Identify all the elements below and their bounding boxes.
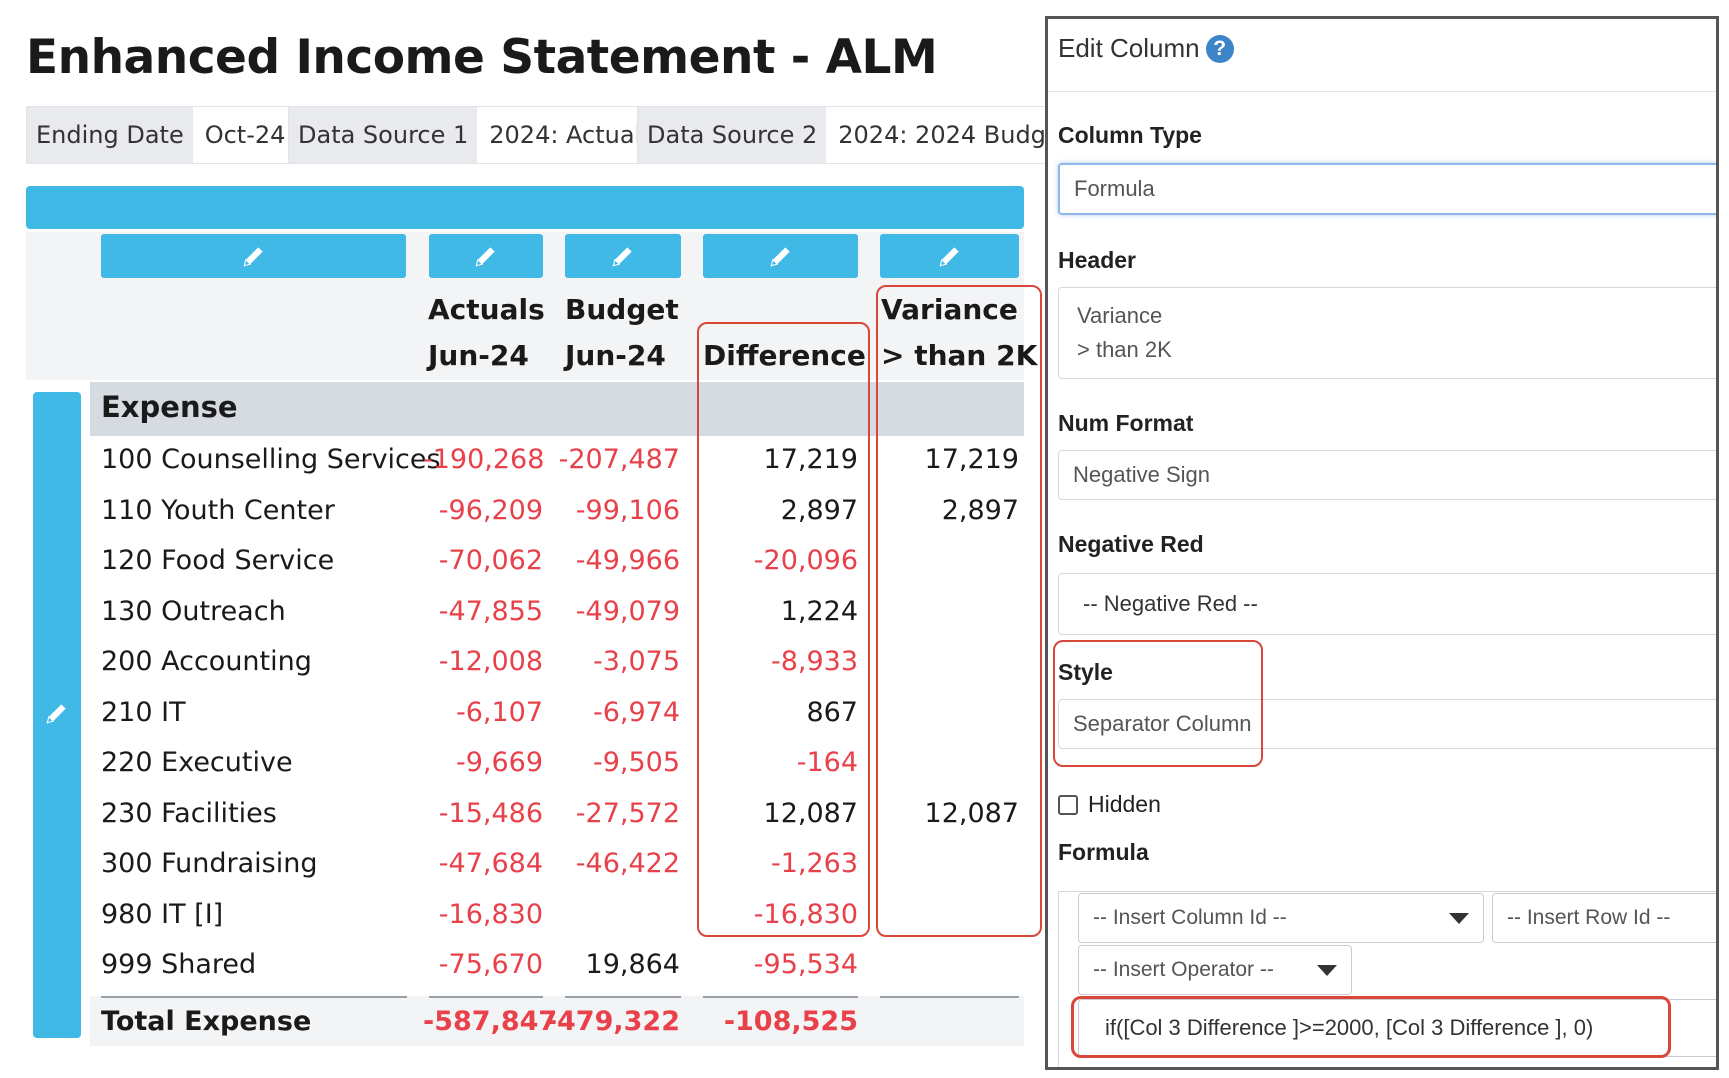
total-row: Total Expense -587,847 -479,322 -108,525: [0, 998, 1040, 1048]
cell-c2: 19,864: [585, 949, 680, 980]
formula-label: Formula: [1058, 839, 1149, 865]
row-label: 300 Fundraising: [101, 848, 318, 879]
variance-highlight-box: [876, 285, 1042, 937]
style-highlight-box: [1053, 640, 1263, 767]
edit-actuals-column-button[interactable]: [429, 234, 543, 278]
num-format-select[interactable]: Negative Sign: [1058, 450, 1716, 500]
cell-c2: -3,075: [592, 646, 680, 677]
negative-red-select[interactable]: -- Negative Red --: [1058, 573, 1716, 635]
header-textarea[interactable]: Variance > than 2K: [1058, 287, 1716, 379]
col-actuals-header: Actuals Jun-24: [428, 287, 545, 379]
row-label: 230 Facilities: [101, 798, 277, 829]
hidden-label: Hidden: [1088, 791, 1161, 817]
total-actuals: -587,847: [423, 1006, 558, 1037]
cell-c1: -47,855: [438, 596, 543, 627]
cell-c2: -49,079: [575, 596, 680, 627]
row-label: 100 Counselling Services: [101, 444, 441, 475]
header-line1: Variance: [1077, 303, 1163, 328]
cell-c2: -99,106: [575, 495, 680, 526]
cell-c2: -9,505: [592, 747, 680, 778]
cell-c1: -9,669: [455, 747, 543, 778]
difference-highlight-box: [697, 322, 870, 937]
row-label: 200 Accounting: [101, 646, 312, 677]
cell-c2: -6,974: [592, 697, 680, 728]
edit-budget-column-button[interactable]: [565, 234, 681, 278]
header-line: Jun-24: [565, 339, 666, 372]
total-budget: -479,322: [545, 1006, 680, 1037]
cell-c1: -96,209: [438, 495, 543, 526]
row-label: 980 IT [I]: [101, 899, 224, 930]
cell-c1: -190,268: [423, 444, 545, 475]
row-label: 110 Youth Center: [101, 495, 335, 526]
filter-data-source-1[interactable]: Data Source 1 2024: Actuals: [288, 106, 667, 164]
pencil-icon: [769, 247, 790, 267]
cell-c2: -49,966: [575, 545, 680, 576]
insert-row-value: -- Insert Row Id --: [1507, 906, 1671, 929]
section-title: Expense: [101, 390, 238, 424]
cell-c2: -27,572: [575, 798, 680, 829]
formula-highlight-box: [1071, 996, 1671, 1058]
header-line2: > than 2K: [1077, 337, 1172, 362]
header-line: Jun-24: [428, 339, 529, 372]
table-row: 999 Shared -75,670 19,864 -95,534: [0, 941, 1040, 991]
row-label: 210 IT: [101, 697, 186, 728]
insert-column-select[interactable]: -- Insert Column Id --: [1078, 893, 1484, 943]
panel-title-text: Edit Column: [1058, 33, 1200, 63]
row-label: 999 Shared: [101, 949, 257, 980]
filter-value[interactable]: 2024: 2024 Budget: [826, 107, 1083, 163]
negative-red-value: -- Negative Red --: [1083, 591, 1258, 616]
col-budget-header: Budget Jun-24: [565, 287, 679, 379]
report-header-bar[interactable]: [26, 186, 1024, 229]
num-format-label: Num Format: [1058, 410, 1194, 436]
caret-down-icon: [1317, 965, 1337, 976]
column-type-value: Formula: [1074, 176, 1155, 201]
pencil-icon: [242, 247, 263, 267]
filter-data-source-2[interactable]: Data Source 2 2024: 2024 Budget: [637, 106, 1084, 164]
cell-c1: -15,486: [438, 798, 543, 829]
edit-column-panel: Edit Column ? Column Type Formula Header…: [1045, 16, 1719, 1070]
caret-down-icon: [1449, 913, 1469, 924]
filter-ending-date[interactable]: Ending Date Oct-24: [26, 106, 299, 164]
pencil-icon: [612, 247, 632, 267]
column-type-field[interactable]: Formula: [1058, 163, 1716, 215]
row-label: 220 Executive: [101, 747, 293, 778]
page-title: Enhanced Income Statement - ALM: [26, 30, 938, 85]
panel-title: Edit Column ?: [1058, 33, 1234, 64]
pencil-icon: [938, 247, 959, 267]
hidden-checkbox[interactable]: [1058, 795, 1078, 815]
header-label: Header: [1058, 247, 1136, 273]
edit-label-column-button[interactable]: [101, 234, 406, 278]
negative-red-label: Negative Red: [1058, 531, 1204, 557]
row-label: 130 Outreach: [101, 596, 286, 627]
cell-c2: -46,422: [575, 848, 680, 879]
filter-label: Ending Date: [27, 107, 193, 163]
help-icon[interactable]: ?: [1205, 34, 1234, 63]
header-line: Budget: [565, 293, 679, 326]
cell-c1: -6,107: [455, 697, 543, 728]
cell-c3: -95,534: [753, 949, 858, 980]
cell-c1: -16,830: [438, 899, 543, 930]
num-format-value: Negative Sign: [1073, 462, 1210, 487]
cell-c1: -47,684: [438, 848, 543, 879]
insert-row-select[interactable]: -- Insert Row Id --: [1492, 893, 1716, 943]
cell-c1: -75,670: [438, 949, 543, 980]
header-line: Actuals: [428, 293, 545, 326]
filter-label: Data Source 1: [289, 107, 478, 163]
edit-difference-column-button[interactable]: [703, 234, 858, 278]
cell-c1: -70,062: [438, 545, 543, 576]
insert-operator-select[interactable]: -- Insert Operator --: [1078, 945, 1352, 995]
total-difference: -108,525: [723, 1006, 858, 1037]
filter-value[interactable]: Oct-24: [192, 107, 298, 163]
row-label: 120 Food Service: [101, 545, 335, 576]
edit-variance-column-button[interactable]: [880, 234, 1019, 278]
cell-c1: -12,008: [438, 646, 543, 677]
column-type-label: Column Type: [1058, 122, 1202, 148]
pencil-icon: [475, 247, 495, 267]
cell-c2: -207,487: [558, 444, 680, 475]
total-label: Total Expense: [101, 1006, 312, 1037]
panel-divider: [1048, 91, 1716, 92]
insert-column-value: -- Insert Column Id --: [1093, 906, 1287, 929]
filter-label: Data Source 2: [638, 107, 827, 163]
insert-operator-value: -- Insert Operator --: [1093, 958, 1274, 981]
